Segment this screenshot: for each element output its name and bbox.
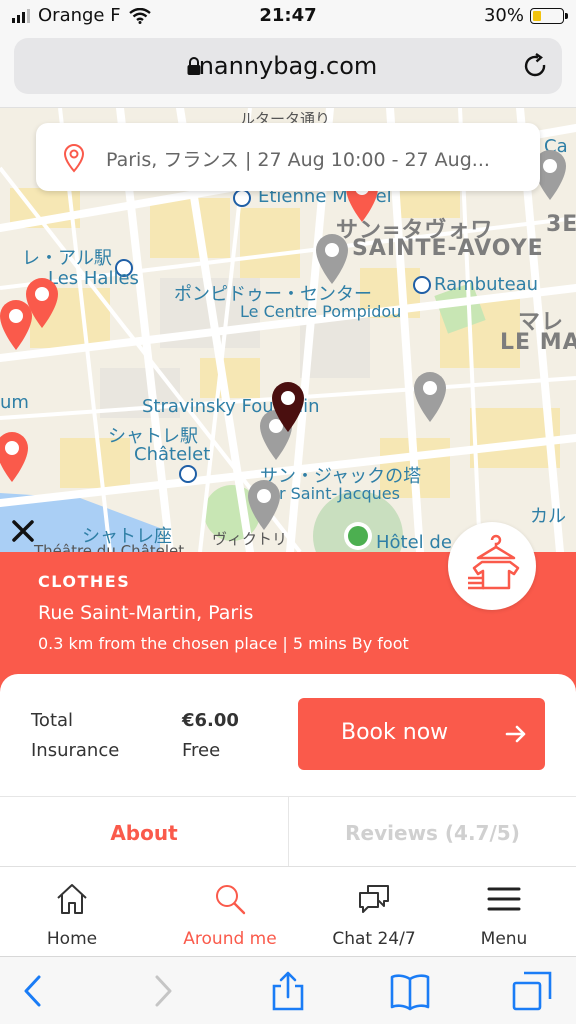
listing-info-panel: CLOTHES Rue Saint-Martin, Paris 0.3 km f… [0,522,576,692]
nav-home-label: Home [46,929,98,949]
nav-menu-label: Menu [480,929,528,949]
map-view[interactable]: ルタータ通り Etienne Marcel サン=タヴォワ SAINTE-AVO… [0,108,576,552]
map-label-pompidou: Le Centre Pompidou [240,302,402,321]
clothes-hanger-icon [468,534,520,590]
nav-around-me-label: Around me [183,929,277,949]
category-badge [448,522,536,610]
map-marker[interactable] [410,370,450,424]
book-now-button[interactable]: Book now [298,698,545,770]
map-label-rambuteau: Rambuteau [434,274,539,295]
bottom-navigation: Home Around me Chat 24/7 Menu [0,866,576,956]
insurance-label: Insurance [31,740,120,761]
map-marker[interactable] [244,478,284,532]
location-search-card[interactable]: Paris, フランス | 27 Aug 10:00 - 27 Aug... [36,123,540,191]
browser-address-area: nannybag.com [0,32,576,108]
listing-category: CLOTHES [38,572,131,591]
book-now-label: Book now [341,720,449,745]
map-marker-selected[interactable] [268,380,308,434]
search-summary: Paris, フランス | 27 Aug 10:00 - 27 Aug... [106,149,490,171]
tab-about[interactable]: About [0,797,288,867]
listing-address: Rue Saint-Martin, Paris [38,602,254,624]
map-marker-red[interactable] [0,430,32,484]
browser-toolbar [0,956,576,1024]
tabs-icon[interactable] [512,971,552,1011]
total-value: €6.00 [182,710,239,731]
home-icon [57,884,87,914]
tab-reviews[interactable]: Reviews (4.7/5) [288,797,576,867]
location-pin-icon [63,143,85,173]
booking-card: Total Insurance €6.00 Free Book now [0,674,576,796]
map-label-les-halles-jp: レ・アル駅 [22,248,112,269]
forward-icon[interactable] [142,971,182,1011]
nav-menu[interactable]: Menu [432,867,576,957]
map-label-theatre: Théâtre du Châtelet [34,542,185,552]
nav-home[interactable]: Home [0,867,144,957]
map-label-chatelet: Châtelet [134,444,211,465]
status-bar: Orange F 21:47 30% [0,0,576,32]
nav-around-me[interactable]: Around me [158,867,302,957]
map-label-marais: LE MA [500,330,576,355]
map-label-3e: 3E [546,212,576,237]
map-label-hotel: Hôtel de [376,532,452,552]
url-text: nannybag.com [198,52,378,80]
map-marker-red[interactable] [0,298,36,352]
map-label-rum: um [0,392,29,413]
nav-chat-label: Chat 24/7 [332,929,416,949]
chat-icon [359,885,389,913]
address-bar[interactable]: nannybag.com [14,38,562,94]
search-icon [216,885,246,915]
total-label: Total [31,710,74,731]
listing-distance: 0.3 km from the chosen place | 5 mins By… [38,634,409,653]
detail-tabs: About Reviews (4.7/5) [0,796,576,867]
reload-icon[interactable] [522,52,550,80]
battery-percent: 30% [483,5,524,26]
share-icon[interactable] [268,971,308,1011]
arrow-right-icon [505,725,526,743]
close-icon[interactable] [8,516,38,546]
nav-chat[interactable]: Chat 24/7 [302,867,446,957]
map-marker[interactable] [312,232,352,286]
hamburger-icon [487,887,521,911]
insurance-value: Free [182,740,221,761]
map-label-sainte-avoye: SAINTE-AVOYE [352,236,544,261]
battery-icon [530,7,568,24]
back-icon[interactable] [14,971,54,1011]
bookmarks-icon[interactable] [390,971,430,1011]
